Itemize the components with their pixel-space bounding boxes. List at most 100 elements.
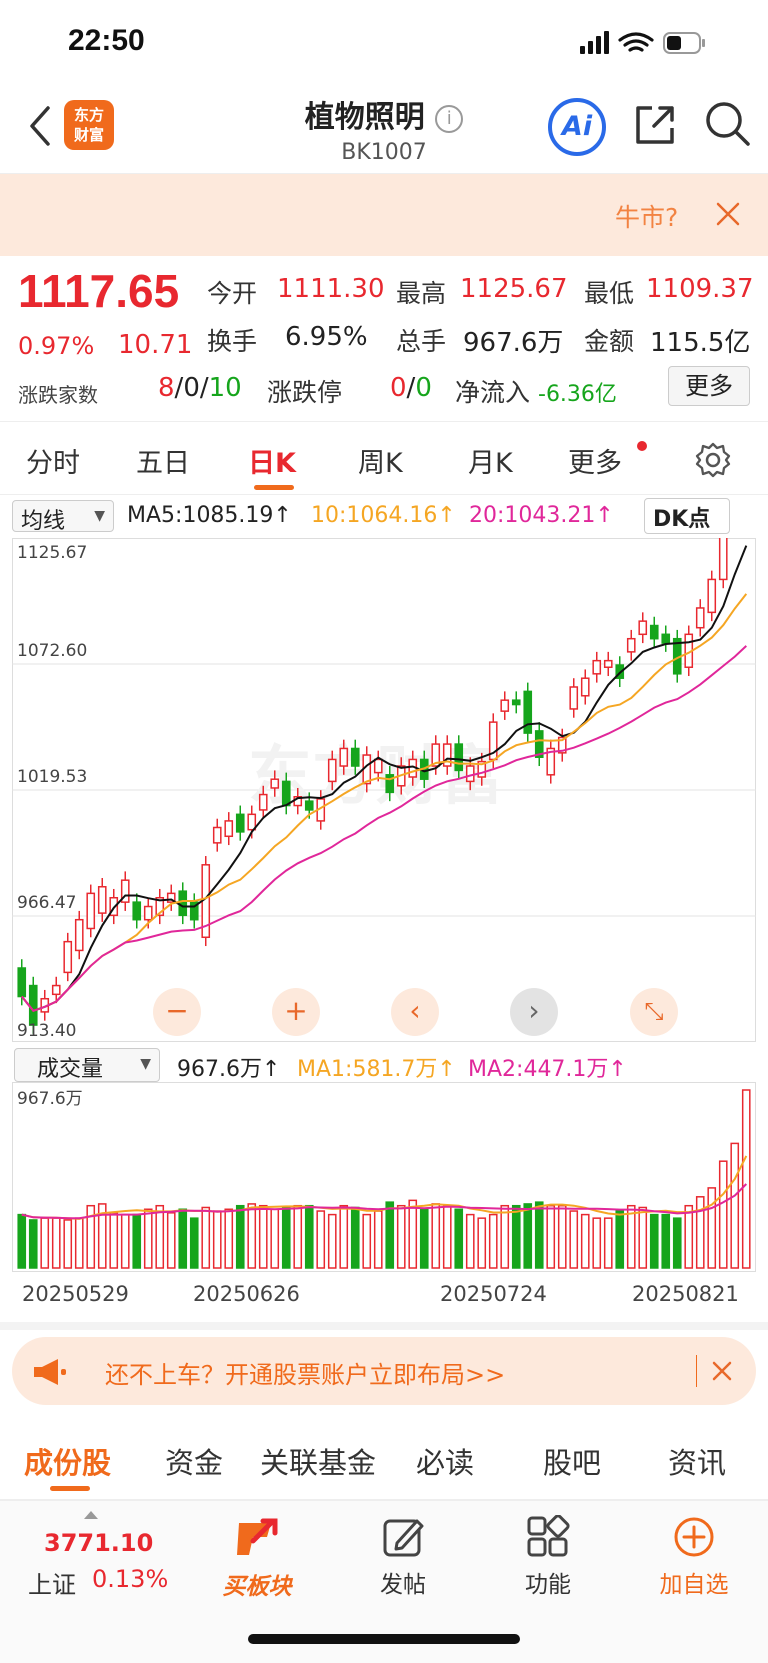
volume-bar <box>362 1213 372 1269</box>
close-icon[interactable] <box>715 201 741 227</box>
change-value: 10.71 <box>118 330 193 360</box>
volume-bar <box>385 1201 395 1269</box>
more-button[interactable]: 更多 <box>668 366 750 406</box>
tab-intraday[interactable]: 分时 <box>26 441 80 480</box>
status-time: 22:50 <box>68 24 145 57</box>
low-value: 1109.37 <box>646 274 754 304</box>
ma20-value: 20:1043.21↑ <box>469 503 614 528</box>
volume-bar <box>120 1213 130 1269</box>
tab-daily-k[interactable]: 日K <box>248 441 296 480</box>
candle <box>454 743 464 772</box>
add-watchlist-button[interactable]: 加自选 <box>629 1515 759 1599</box>
tab-weekly-k[interactable]: 周K <box>358 441 403 480</box>
volume-bars <box>17 1089 751 1269</box>
volume-bar <box>569 1210 579 1269</box>
volume-bar <box>465 1213 475 1269</box>
edit-icon <box>383 1519 424 1557</box>
candle <box>74 918 84 952</box>
zoom-in-button[interactable]: + <box>272 988 320 1036</box>
megaphone-icon <box>34 1359 66 1385</box>
tab-indicator <box>254 485 294 490</box>
volume-bar <box>454 1208 464 1269</box>
promo-banner[interactable]: 牛市? <box>0 174 768 256</box>
volume-bar <box>695 1196 705 1269</box>
volume-bar <box>258 1204 268 1269</box>
volume-bar <box>603 1217 613 1269</box>
volume-bar <box>143 1208 153 1269</box>
volume-bar <box>270 1208 280 1269</box>
ai-button[interactable]: Ai <box>548 98 606 156</box>
volume-bar <box>557 1204 567 1269</box>
volume-bar <box>281 1206 291 1269</box>
tab-related-funds[interactable]: 关联基金 <box>260 1440 376 1482</box>
candle <box>270 778 280 789</box>
candle <box>97 886 107 914</box>
tab-funds-flow[interactable]: 资金 <box>165 1440 223 1482</box>
candle <box>465 765 475 783</box>
candle <box>707 578 717 614</box>
gear-icon[interactable] <box>694 441 732 479</box>
close-icon[interactable] <box>712 1361 732 1381</box>
functions-button[interactable]: 功能 <box>483 1515 613 1599</box>
volume-bar <box>316 1210 326 1269</box>
candle <box>718 538 728 581</box>
status-bar: 22:50 <box>0 0 768 86</box>
volume-bar <box>408 1199 418 1269</box>
volume-bar <box>396 1204 406 1269</box>
candle <box>500 699 510 712</box>
ma5-value: MA5:1085.19↑ <box>127 503 292 528</box>
volume-bar <box>661 1213 671 1269</box>
candle <box>569 686 579 710</box>
date-tick-2: 20250626 <box>193 1282 300 1306</box>
volume-bar <box>373 1210 383 1269</box>
section-divider <box>0 1322 768 1330</box>
volume-bar <box>718 1160 728 1269</box>
quote-panel: 1117.65 0.97% 10.71 今开 1111.30 最高 1125.6… <box>0 256 768 422</box>
dk-point-button[interactable]: DK点 <box>644 498 730 534</box>
volume-bar <box>649 1213 659 1269</box>
index-value[interactable]: 3771.10 <box>44 1529 153 1557</box>
account-ad-bar[interactable]: 还不上车？开通股票账户立即布局>> <box>12 1337 756 1405</box>
date-tick-3: 20250724 <box>440 1282 547 1306</box>
tab-monthly-k[interactable]: 月K <box>468 441 513 480</box>
volume-bar <box>17 1213 27 1269</box>
volume-bar <box>201 1206 211 1269</box>
price-tick-1: 1125.67 <box>17 543 87 563</box>
date-tick-1: 20250529 <box>22 1282 129 1306</box>
price-tick-3: 1019.53 <box>17 767 87 787</box>
share-icon[interactable] <box>632 102 678 148</box>
volume-bar <box>28 1219 38 1269</box>
home-indicator <box>248 1634 520 1644</box>
volume-bar <box>511 1204 521 1269</box>
tab-forum[interactable]: 股吧 <box>543 1440 601 1482</box>
buy-board-button[interactable]: 买板块 <box>192 1515 322 1601</box>
vol-ma2-value: MA2:447.1万↑ <box>468 1057 627 1082</box>
volume-bar <box>51 1217 61 1269</box>
volume-bar <box>327 1213 337 1269</box>
candle <box>580 677 590 697</box>
scroll-left-button[interactable]: ‹ <box>391 988 439 1036</box>
search-icon[interactable] <box>704 100 752 148</box>
price-chart[interactable]: 东方财富 1125.67 1072.60 1019.53 966.47 913.… <box>12 538 756 1042</box>
tab-five-day[interactable]: 五日 <box>136 441 190 480</box>
tab-constituents[interactable]: 成份股 <box>24 1440 111 1482</box>
limit-label: 涨跌停 <box>267 378 343 407</box>
candle <box>695 607 705 629</box>
volume-bar <box>580 1213 590 1269</box>
indicator-selector[interactable]: 均线 ▼ <box>12 500 114 534</box>
netflow-value: -6.36亿 <box>538 382 617 407</box>
scroll-right-button[interactable]: › <box>510 988 558 1036</box>
info-icon[interactable]: i <box>435 104 464 133</box>
volume-indicator-selector[interactable]: 成交量 ▼ <box>14 1048 160 1082</box>
tab-news[interactable]: 资讯 <box>668 1440 726 1482</box>
tab-more[interactable]: 更多 <box>568 441 622 480</box>
volume-bar <box>63 1219 73 1269</box>
post-button[interactable]: 发帖 <box>338 1515 468 1599</box>
fullscreen-button[interactable]: ⤡ <box>630 988 678 1036</box>
tab-must-read[interactable]: 必读 <box>416 1440 474 1482</box>
candle <box>281 780 291 807</box>
price-tick-5: 913.40 <box>17 1021 76 1041</box>
volume-chart[interactable]: 967.6万 <box>12 1082 756 1272</box>
zoom-out-button[interactable]: − <box>153 988 201 1036</box>
volume-bar <box>166 1212 176 1269</box>
